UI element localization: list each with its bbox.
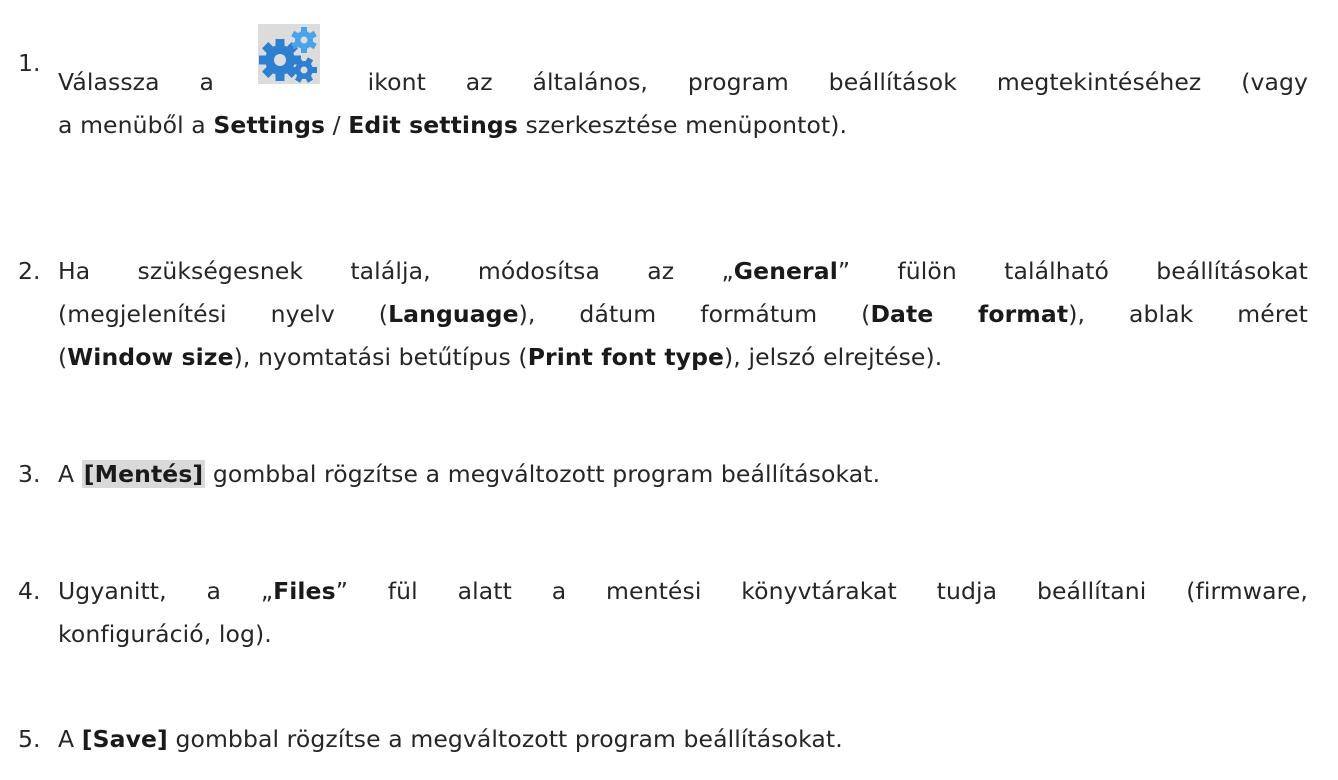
step-text: Ha szükségesnek találja, módosítsa az „	[58, 257, 734, 285]
step-number: 4.	[18, 577, 41, 605]
step-3: 3. A [Mentés] gombbal rögzítse a megvált…	[0, 453, 1338, 496]
step-text: Ugyanitt, a „	[58, 577, 274, 605]
gears-settings-icon[interactable]	[257, 24, 320, 84]
step-line: Ugyanitt, a „Files” fül alatt a mentési …	[58, 570, 1308, 613]
step-text: ), jelszó elrejtése).	[724, 343, 943, 371]
step-body: A [Mentés] gombbal rögzítse a megváltozo…	[58, 453, 1308, 496]
setting-window-size: Window size	[67, 343, 234, 371]
step-line: A [Save] gombbal rögzítse a megváltozott…	[58, 718, 1308, 761]
step-text: A	[58, 725, 82, 753]
mentes-button-label: [Mentés]	[81, 460, 206, 488]
step-line: a menüből a Settings / Edit settings sze…	[58, 104, 1308, 147]
step-text: gombbal rögzítse a megváltozott program …	[167, 725, 843, 753]
step-body: Válassza a ikont az általános, program b…	[58, 24, 1309, 147]
step-line: Válassza a ikont az általános, program b…	[58, 24, 1309, 104]
step-text: A	[58, 460, 82, 488]
step-number: 5.	[18, 725, 41, 753]
step-number: 1.	[18, 49, 41, 77]
step-text: ” fülön található beállításokat	[837, 257, 1308, 285]
step-5: 5. A [Save] gombbal rögzítse a megváltoz…	[0, 718, 1338, 761]
step-text: ), ablak méret	[1068, 300, 1308, 328]
menu-settings: Settings	[213, 111, 326, 139]
setting-date-format: Date format	[870, 300, 1069, 328]
step-line: Ha szükségesnek találja, módosítsa az „G…	[58, 250, 1308, 293]
step-body: Ugyanitt, a „Files” fül alatt a mentési …	[58, 570, 1308, 656]
step-number: 3.	[18, 460, 41, 488]
step-1: 1. Válassza a ikont az általános, progra…	[0, 24, 1338, 147]
step-line: (Window size), nyomtatási betűtípus (Pri…	[58, 336, 1308, 379]
step-body: Ha szükségesnek találja, módosítsa az „G…	[58, 250, 1308, 379]
step-text: konfiguráció, log).	[58, 620, 272, 648]
setting-language: Language	[388, 300, 519, 328]
tab-general: General	[733, 257, 838, 285]
step-text: a menüből a	[58, 111, 214, 139]
step-text: ” fül alatt a mentési könyvtárakat tudja…	[335, 577, 1308, 605]
step-text: gombbal rögzítse a megváltozott program …	[205, 460, 881, 488]
step-text: ), nyomtatási betűtípus (	[233, 343, 528, 371]
step-4: 4. Ugyanitt, a „Files” fül alatt a menté…	[0, 570, 1338, 656]
step-2: 2. Ha szükségesnek találja, módosítsa az…	[0, 250, 1338, 379]
step-line: (megjelenítési nyelv (Language), dátum f…	[58, 293, 1308, 336]
step-text: Válassza a	[58, 68, 254, 96]
step-text: ), dátum formátum (	[518, 300, 871, 328]
step-text: ikont az általános, program beállítások …	[327, 68, 1309, 96]
step-text: /	[325, 111, 349, 139]
step-text: (	[58, 343, 68, 371]
step-line: konfiguráció, log).	[58, 613, 1308, 656]
step-number: 2.	[18, 257, 41, 285]
step-text: (megjelenítési nyelv (	[58, 300, 389, 328]
menu-edit-settings: Edit settings	[348, 111, 518, 139]
step-body: A [Save] gombbal rögzítse a megváltozott…	[58, 718, 1308, 761]
tab-files: Files	[273, 577, 336, 605]
step-text: szerkesztése menüpontot).	[517, 111, 848, 139]
save-button-label: [Save]	[81, 725, 168, 753]
setting-print-font-type: Print font type	[527, 343, 725, 371]
step-line: A [Mentés] gombbal rögzítse a megváltozo…	[58, 453, 1308, 496]
